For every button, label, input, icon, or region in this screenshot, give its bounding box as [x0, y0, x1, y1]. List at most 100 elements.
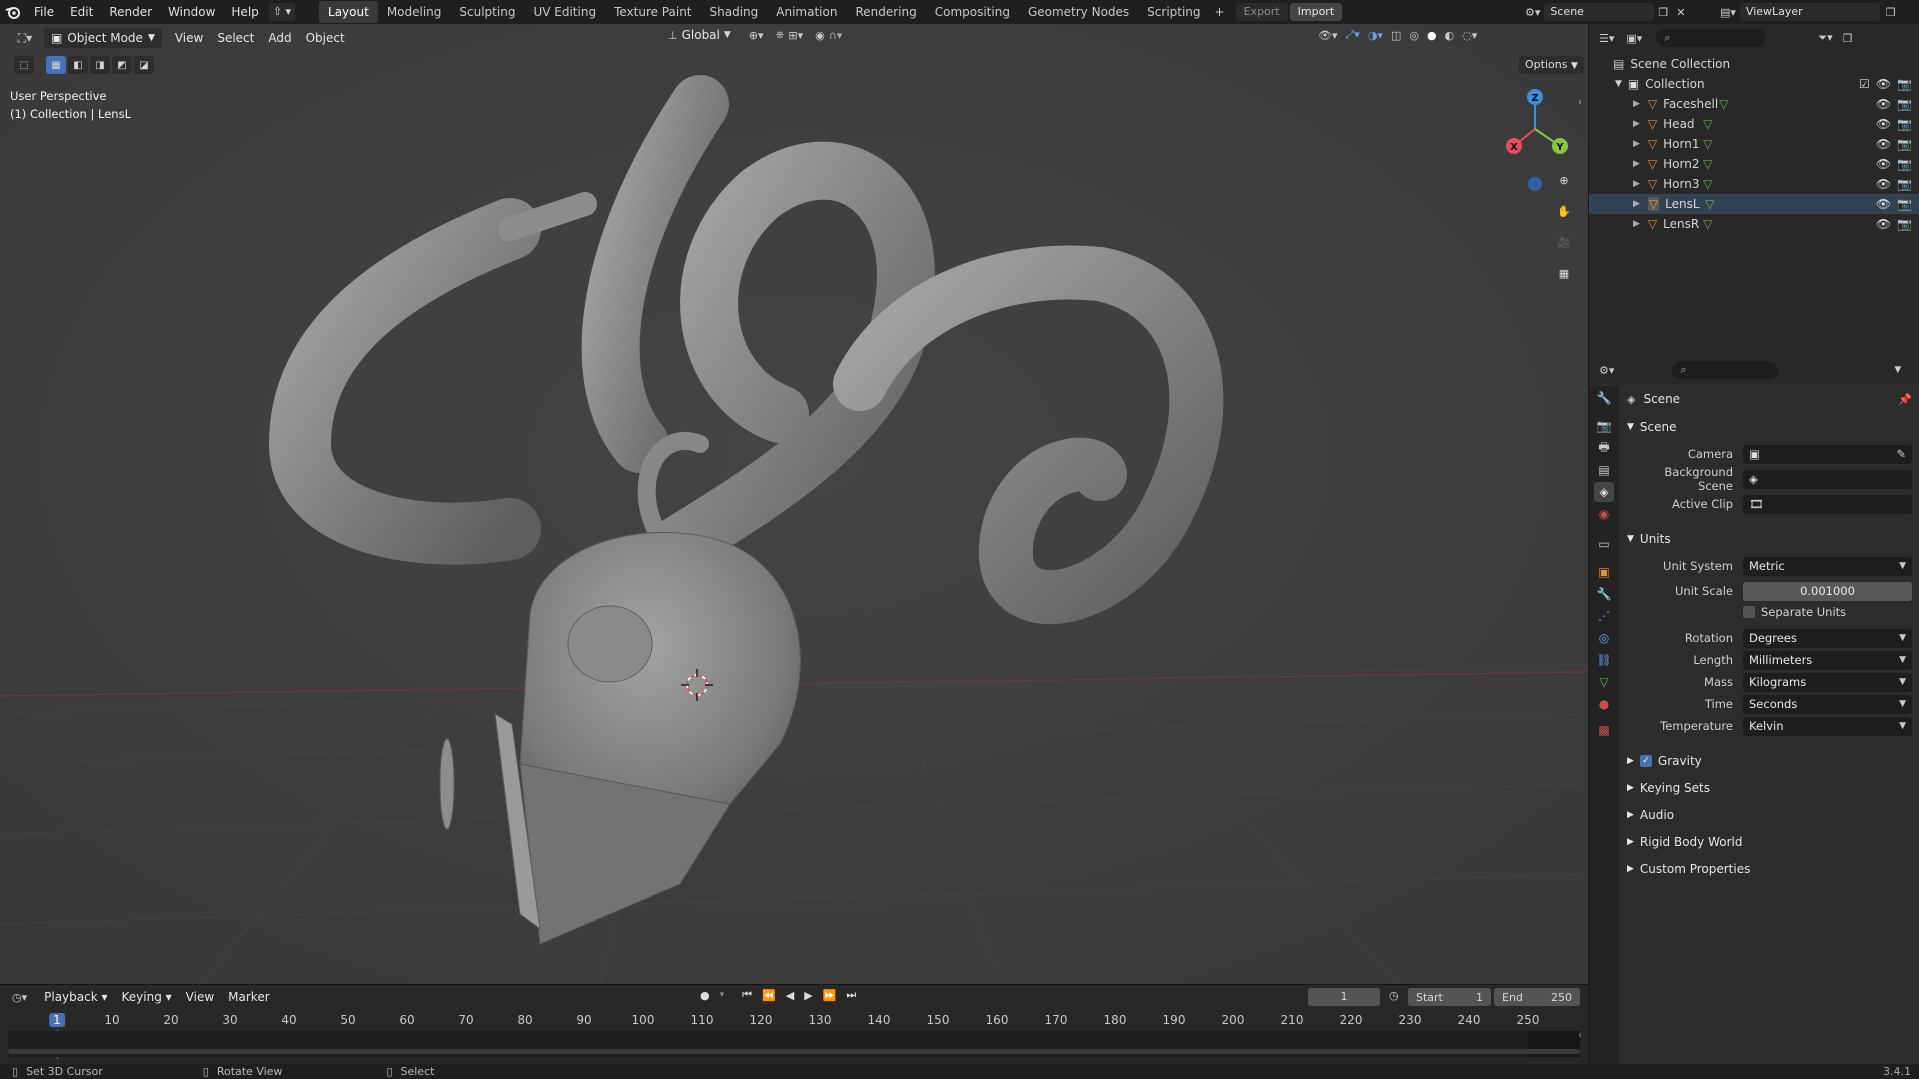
- mesh-data-icon[interactable]: ▽: [1703, 217, 1712, 231]
- clock-icon[interactable]: ◷: [1389, 989, 1399, 1002]
- frame-ruler[interactable]: 1 10 20 30 40 50 60 70 80 90 100 110 120…: [0, 1011, 1588, 1029]
- modifier-tab-icon[interactable]: 🔧: [1594, 584, 1614, 604]
- scene-tab-icon[interactable]: ◈: [1594, 482, 1614, 502]
- pin-icon[interactable]: 📌: [1898, 393, 1912, 406]
- eye-icon[interactable]: 👁: [1876, 97, 1891, 111]
- expand-arrow-icon[interactable]: ▼: [1615, 79, 1622, 89]
- checkbox-icon[interactable]: ☑: [1859, 77, 1870, 91]
- 3d-viewport[interactable]: ⛶▾ ▣ Object Mode ▼ View Select Add Objec…: [0, 24, 1588, 984]
- visibility-icon[interactable]: 👁▾: [1318, 29, 1338, 42]
- mesh-data-icon[interactable]: ▽: [1703, 177, 1712, 191]
- tab-scripting[interactable]: Scripting: [1138, 1, 1209, 23]
- start-frame-field[interactable]: Start 1: [1408, 988, 1491, 1006]
- unit-scale-field[interactable]: 0.001000: [1743, 581, 1912, 601]
- camera-icon[interactable]: 📷: [1897, 77, 1912, 91]
- outliner-row-horn1[interactable]: ▶ ▽ Horn1 ▽ 👁 📷: [1589, 134, 1919, 154]
- outliner-row-scene-collection[interactable]: ▤ Scene Collection: [1589, 54, 1919, 74]
- scene-render[interactable]: [0, 24, 1588, 984]
- pan-hand-icon[interactable]: ✋: [1553, 200, 1575, 222]
- outliner-row-lensr[interactable]: ▶ ▽ LensR ▽ 👁 📷: [1589, 214, 1919, 234]
- tab-animation[interactable]: Animation: [767, 1, 846, 23]
- properties-search-input[interactable]: ⌕: [1672, 361, 1779, 379]
- tab-texture-paint[interactable]: Texture Paint: [605, 1, 700, 23]
- rendered-shading-icon[interactable]: ◌▾: [1462, 29, 1477, 42]
- camera-icon[interactable]: 📷: [1897, 177, 1912, 191]
- camera-field[interactable]: ▣ ✎: [1743, 444, 1912, 464]
- camera-icon[interactable]: 📷: [1897, 157, 1912, 171]
- playhead-frame[interactable]: 1: [49, 1013, 65, 1027]
- outliner-row-collection[interactable]: ▼ ▣ Collection ☑ 👁 📷: [1589, 74, 1919, 94]
- orientation-dropdown[interactable]: Global: [682, 28, 720, 42]
- snap-target-icon[interactable]: ⊞▾: [788, 29, 803, 42]
- proportional-edit-icon[interactable]: ◉: [815, 29, 825, 42]
- delete-scene-icon[interactable]: ✕: [1676, 6, 1685, 19]
- material-shading-icon[interactable]: ◐: [1445, 29, 1455, 42]
- output-tab-icon[interactable]: 🖶: [1594, 438, 1614, 458]
- outliner-row-lensl[interactable]: ▶ ▽ LensL ▽ 👁 📷: [1589, 194, 1919, 214]
- new-collection-icon[interactable]: ❐: [1843, 32, 1853, 45]
- select-extend-icon[interactable]: ◧: [68, 56, 88, 74]
- tab-geometry-nodes[interactable]: Geometry Nodes: [1019, 1, 1138, 23]
- new-scene-icon[interactable]: ❐: [1658, 6, 1668, 19]
- temperature-dropdown[interactable]: Kelvin ▼: [1743, 716, 1912, 736]
- tab-rendering[interactable]: Rendering: [846, 1, 925, 23]
- play-reverse-icon[interactable]: ◀: [786, 989, 794, 1002]
- outliner-row-horn3[interactable]: ▶ ▽ Horn3 ▽ 👁 📷: [1589, 174, 1919, 194]
- custom-properties-panel-header[interactable]: ▶ Custom Properties: [1627, 858, 1912, 880]
- select-subtract-icon[interactable]: ◨: [90, 56, 110, 74]
- end-frame-field[interactable]: End 250: [1494, 988, 1580, 1006]
- gizmo-toggle-icon[interactable]: ⤢▾: [1346, 28, 1360, 42]
- perspective-toggle-icon[interactable]: ▦: [1553, 262, 1575, 284]
- mesh-data-icon[interactable]: ▽: [1719, 97, 1728, 111]
- expand-arrow-icon[interactable]: ▶: [1633, 199, 1640, 209]
- upload-icon[interactable]: ⇧ ▾: [268, 3, 296, 21]
- active-clip-field[interactable]: 🎞: [1743, 494, 1912, 514]
- units-panel-header[interactable]: ▼ Units: [1627, 528, 1912, 550]
- prev-keyframe-icon[interactable]: ⏪: [762, 989, 776, 1002]
- xray-icon[interactable]: ◫: [1391, 29, 1401, 42]
- particles-tab-icon[interactable]: ⋰: [1594, 606, 1614, 626]
- falloff-icon[interactable]: ∩▾: [829, 29, 843, 42]
- scene-panel-header[interactable]: ▼ Scene: [1627, 416, 1912, 438]
- expand-arrow-icon[interactable]: ▶: [1633, 179, 1640, 189]
- outliner-search-input[interactable]: ⌕: [1656, 29, 1767, 47]
- mesh-data-icon[interactable]: ▽: [1703, 137, 1712, 151]
- menu-render[interactable]: Render: [101, 0, 160, 24]
- overlay-toggle-icon[interactable]: ◑▾: [1368, 29, 1383, 42]
- collapse-icon[interactable]: ‹: [1578, 1030, 1582, 1041]
- menu-view[interactable]: View: [168, 28, 210, 48]
- select-intersect-icon[interactable]: ◪: [134, 56, 154, 74]
- scene-name-field[interactable]: Scene: [1544, 3, 1655, 21]
- tool-tab-icon[interactable]: 🔧: [1594, 388, 1614, 408]
- editor-type-icon[interactable]: ⛶▾: [10, 28, 40, 48]
- outliner-editor-icon[interactable]: ☰▾: [1599, 32, 1614, 45]
- menu-help[interactable]: Help: [223, 0, 266, 24]
- rigid-body-world-panel-header[interactable]: ▶ Rigid Body World: [1627, 831, 1912, 853]
- current-frame-field[interactable]: 1: [1308, 988, 1380, 1006]
- rotation-dropdown[interactable]: Degrees ▼: [1743, 628, 1912, 648]
- import-button[interactable]: Import: [1289, 3, 1343, 21]
- blender-logo-icon[interactable]: [0, 0, 26, 24]
- menu-window[interactable]: Window: [160, 0, 223, 24]
- outliner-row-head[interactable]: ▶ ▽ Head ▽ 👁 📷: [1589, 114, 1919, 134]
- view-layer-tab-icon[interactable]: ▤: [1594, 460, 1614, 480]
- chevron-down-icon[interactable]: ▾: [720, 990, 725, 1000]
- timeline-scrollbar[interactable]: [8, 1049, 1580, 1054]
- camera-view-icon[interactable]: 🎥: [1553, 231, 1575, 253]
- menu-edit[interactable]: Edit: [62, 0, 101, 24]
- menu-file[interactable]: File: [26, 0, 62, 24]
- eyedropper-icon[interactable]: ✎: [1896, 447, 1906, 461]
- jump-start-icon[interactable]: ⏮: [742, 988, 752, 1002]
- world-tab-icon[interactable]: ◉: [1594, 504, 1614, 524]
- next-keyframe-icon[interactable]: ⏩: [823, 989, 837, 1002]
- mesh-data-icon[interactable]: ▽: [1705, 197, 1714, 211]
- outliner-row-horn2[interactable]: ▶ ▽ Horn2 ▽ 👁 📷: [1589, 154, 1919, 174]
- wireframe-shading-icon[interactable]: ◎: [1409, 29, 1419, 42]
- eye-icon[interactable]: 👁: [1876, 117, 1891, 131]
- gravity-checkbox[interactable]: ✓: [1639, 755, 1652, 767]
- play-icon[interactable]: ▶: [804, 989, 812, 1002]
- snap-icon[interactable]: ⎈: [776, 28, 785, 42]
- unit-system-dropdown[interactable]: Metric ▼: [1743, 556, 1912, 576]
- cursor-tool-icon[interactable]: ⬚: [14, 56, 34, 74]
- background-scene-field[interactable]: ◈: [1743, 469, 1912, 489]
